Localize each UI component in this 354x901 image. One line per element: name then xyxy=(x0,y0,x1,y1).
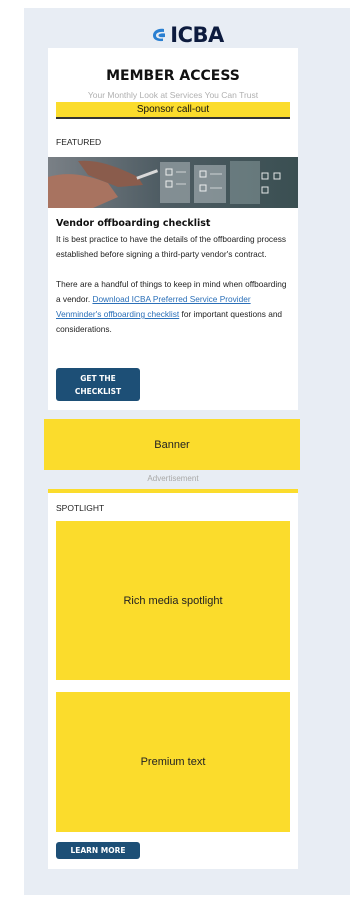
learn-more-button[interactable]: LEARN MORE xyxy=(56,842,140,859)
advertisement-label: Advertisement xyxy=(147,474,199,483)
hands-with-tablet-checklist-image xyxy=(48,157,298,208)
article-body: It is best practice to have the details … xyxy=(56,232,292,337)
sponsor-callout[interactable]: Sponsor call-out xyxy=(56,102,290,119)
rich-media-spotlight[interactable]: Rich media spotlight xyxy=(56,521,290,680)
icba-swoosh-icon xyxy=(153,28,166,42)
newsletter-subtitle: Your Monthly Look at Services You Can Tr… xyxy=(87,90,259,100)
newsletter-title: MEMBER ACCESS xyxy=(106,68,240,84)
icba-logo[interactable]: ICBA xyxy=(24,22,350,48)
premium-text-block[interactable]: Premium text xyxy=(56,692,290,832)
member-access-card: MEMBER ACCESS Your Monthly Look at Servi… xyxy=(48,48,298,410)
spotlight-top-rule xyxy=(48,489,298,493)
featured-section-label: FEATURED xyxy=(56,137,102,147)
featured-image[interactable] xyxy=(48,157,298,208)
get-the-checklist-button[interactable]: GET THE CHECKLIST xyxy=(56,368,140,401)
spotlight-section-label: SPOTLIGHT xyxy=(56,503,105,513)
banner-ad[interactable]: Banner xyxy=(44,419,300,470)
article-title: Vendor offboarding checklist xyxy=(56,218,211,229)
article-paragraph-1: It is best practice to have the details … xyxy=(56,234,286,259)
spotlight-card: SPOTLIGHT Rich media spotlight Premium t… xyxy=(48,489,298,869)
cta-line-1: GET THE xyxy=(80,374,116,383)
logo-text: ICBA xyxy=(170,23,224,47)
article-paragraph-2: There are a handful of things to keep in… xyxy=(56,277,292,337)
cta-line-2: CHECKLIST xyxy=(74,387,122,396)
